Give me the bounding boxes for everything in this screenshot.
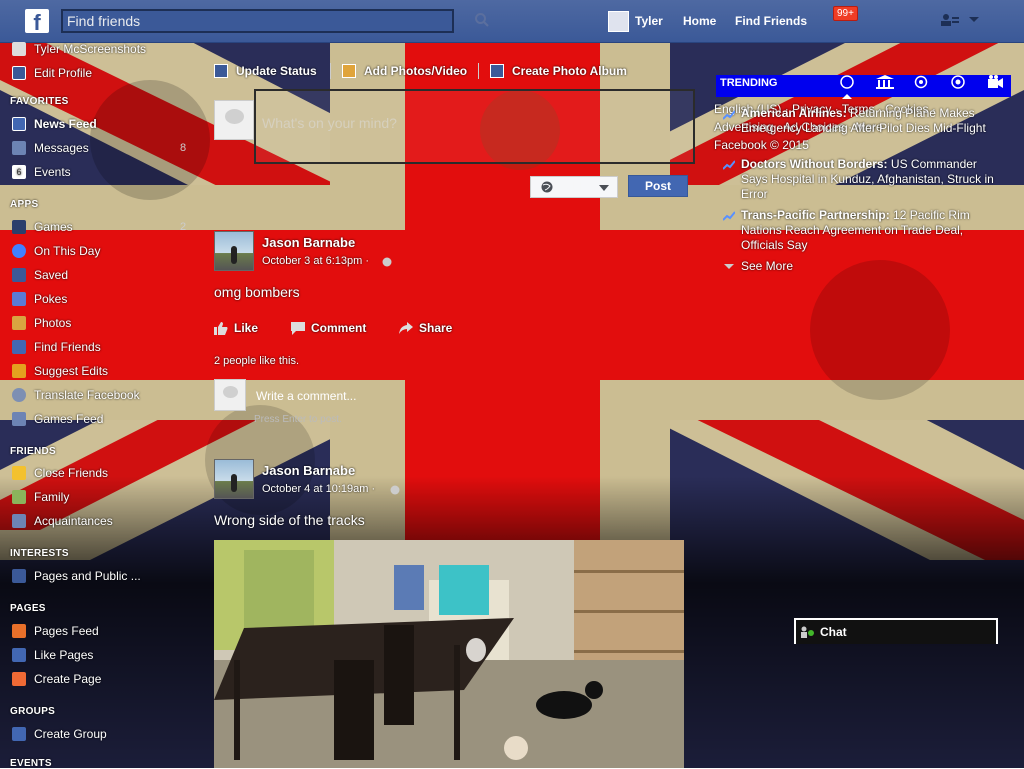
create-album-tab[interactable]: Create Photo Album [490,64,627,78]
share-arrow-icon [399,321,413,334]
see-more-link[interactable]: See More [741,259,793,273]
status-input[interactable] [254,89,695,164]
entertainment-icon[interactable] [987,75,1003,89]
divider [478,63,479,79]
action-label: Like [234,321,259,335]
action-label: Comment [311,321,367,335]
share-button[interactable]: Share [399,321,452,335]
post-timestamp[interactable]: October 4 at 10:19am · [262,483,375,495]
composer-avatar [214,100,254,140]
trending-title: TRENDING [720,77,778,89]
tab-label: Update Status [236,64,317,78]
post-photo[interactable] [214,540,684,768]
public-audience-icon [382,257,392,267]
trending-arrow-icon [723,211,735,221]
album-icon [490,64,504,78]
privacy-selector[interactable]: Public [530,176,618,198]
chat-status-icon [801,626,814,638]
post-text: omg bombers [214,284,300,300]
chevron-down-icon [599,185,609,191]
commenter-avatar [214,379,246,411]
trending-item[interactable]: Trans-Pacific Partnership: 12 Pacific Ri… [741,208,996,253]
post-button[interactable]: Post [628,175,688,197]
comment-input[interactable] [254,382,688,410]
update-status-tab[interactable]: Update Status [214,64,317,78]
pencil-icon [214,64,228,78]
chevron-down-icon [724,264,734,269]
post-timestamp[interactable]: October 3 at 6:13pm · [262,255,369,267]
trending-topic[interactable]: Doctors Without Borders: [741,157,888,171]
author-avatar[interactable] [214,459,254,499]
comment-button[interactable]: Comment [291,321,366,335]
globe-icon [541,181,553,193]
tab-label: Add Photos/Video [364,64,468,78]
trending-item[interactable]: American Airlines: Returning Plane Makes… [741,106,996,136]
author-avatar[interactable] [214,231,254,271]
politics-icon[interactable] [840,75,854,89]
action-label: Share [419,321,453,335]
trending-arrow-icon [723,110,735,120]
main-feed: Update Status Add Photos/Video Create Ph… [0,0,1024,768]
trending-topic[interactable]: Trans-Pacific Partnership: [741,208,890,222]
trending-arrow-icon [723,160,735,170]
author-name[interactable]: Jason Barnabe [262,235,355,250]
sports-icon[interactable] [951,75,965,89]
author-name[interactable]: Jason Barnabe [262,463,355,478]
divider [330,63,331,79]
chat-label: Chat [820,625,847,639]
government-icon[interactable] [876,75,894,89]
trending-topic[interactable]: American Airlines: [741,106,847,120]
science-icon[interactable] [914,75,928,89]
trending-item[interactable]: Doctors Without Borders: US Commander Sa… [741,157,996,202]
speech-bubble-icon [291,321,305,335]
add-photos-tab[interactable]: Add Photos/Video [342,64,467,78]
like-button[interactable]: Like [214,321,258,335]
public-audience-icon [390,485,400,495]
comment-hint: Press Enter to post. [254,414,342,425]
thumbs-up-icon [214,321,228,335]
footer-line: Facebook © 2015 [714,138,809,152]
photo-icon [342,64,356,78]
post-text: Wrong side of the tracks [214,512,365,528]
likes-summary[interactable]: 2 people like this. [214,355,299,367]
tab-label: Create Photo Album [512,64,627,78]
selected-tab-pointer [842,94,852,99]
chat-tab[interactable]: Chat [794,618,998,644]
privacy-label: Public [559,181,589,193]
